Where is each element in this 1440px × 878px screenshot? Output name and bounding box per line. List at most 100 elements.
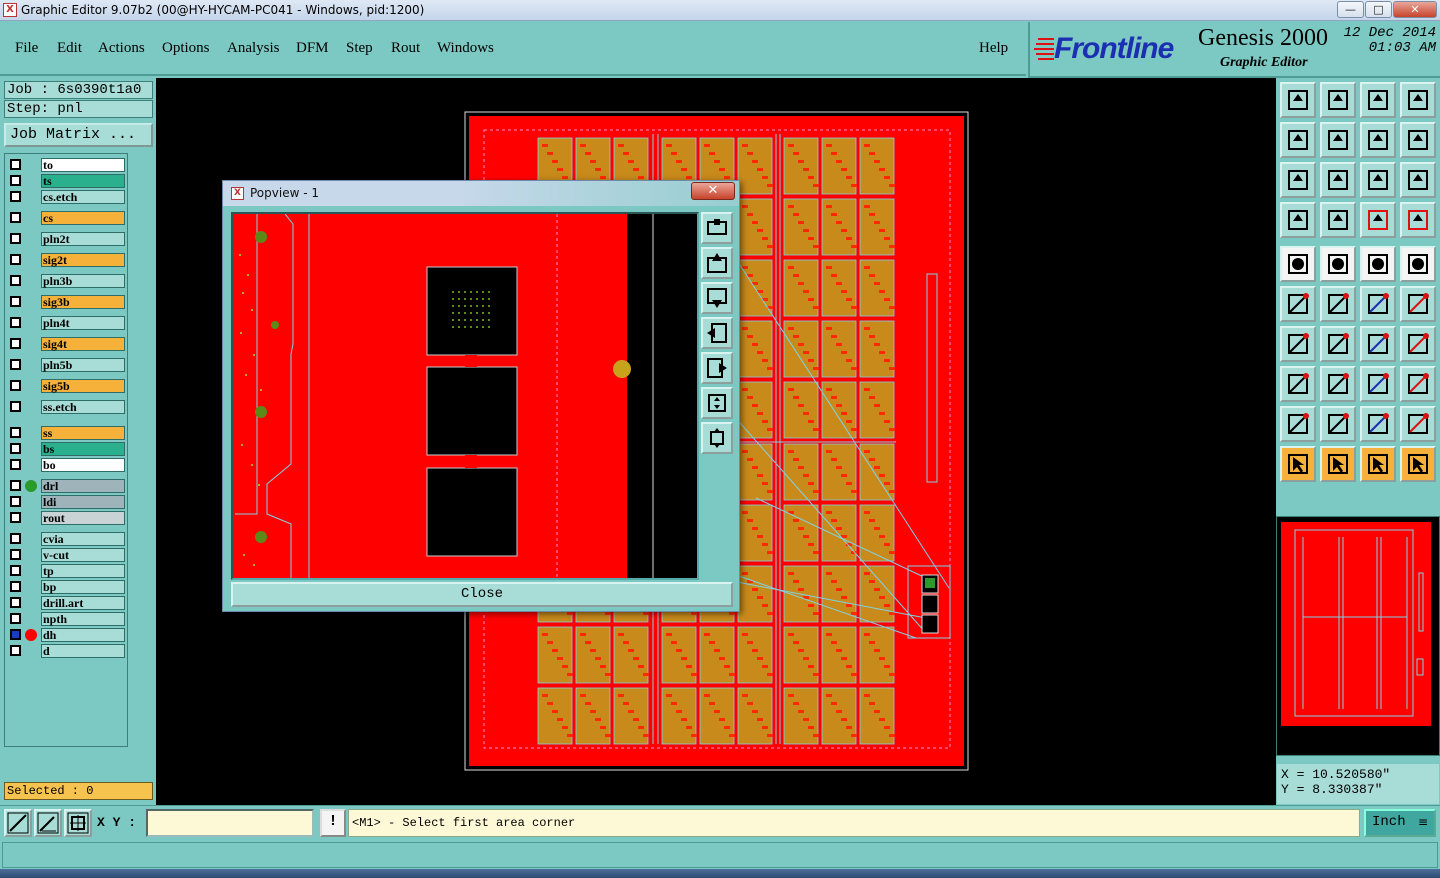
delete-feature-icon[interactable]: [1320, 286, 1356, 322]
layer-row[interactable]: pln5b: [8, 358, 126, 372]
window-split-icon[interactable]: [1400, 82, 1436, 118]
layer-row[interactable]: cvia: [8, 532, 126, 546]
menu-dfm[interactable]: DFM: [296, 40, 329, 57]
layer-up-icon[interactable]: [1280, 82, 1316, 118]
popview-zoom-out-icon[interactable]: [701, 422, 733, 454]
menu-rout[interactable]: Rout: [391, 40, 420, 57]
layer-name[interactable]: sig4t: [41, 337, 125, 351]
xy-input[interactable]: [146, 809, 314, 837]
layer-name[interactable]: drill.art: [41, 596, 125, 610]
layer-checkbox[interactable]: [10, 480, 21, 491]
layer-row[interactable]: cs: [8, 211, 126, 225]
pad-add-icon[interactable]: [1280, 246, 1316, 282]
layer-name[interactable]: ldi: [41, 495, 125, 509]
layer-prev-icon[interactable]: [1280, 122, 1316, 158]
alert-icon[interactable]: !: [320, 809, 346, 837]
layer-checkbox[interactable]: [10, 645, 21, 656]
overview-minimap[interactable]: [1276, 516, 1440, 756]
layer-checkbox[interactable]: [10, 233, 21, 244]
step-switch-icon[interactable]: [1360, 122, 1396, 158]
pick-point-icon[interactable]: [1400, 286, 1436, 322]
menu-options[interactable]: Options: [162, 40, 210, 57]
layer-name[interactable]: ts: [41, 174, 125, 188]
popview-pan-down-icon[interactable]: [701, 282, 733, 314]
layer-row[interactable]: bo: [8, 458, 126, 472]
layer-name[interactable]: to: [41, 158, 125, 172]
layer-name[interactable]: v-cut: [41, 548, 125, 562]
angle-line-icon[interactable]: [1280, 326, 1316, 362]
draw-line-icon[interactable]: [1320, 326, 1356, 362]
layer-checkbox[interactable]: [10, 427, 21, 438]
help-icon[interactable]: [1400, 162, 1436, 198]
layer-name[interactable]: rout: [41, 511, 125, 525]
layer-row[interactable]: ts: [8, 174, 126, 188]
layer-checkbox[interactable]: [10, 380, 21, 391]
popview-close-button[interactable]: Close: [231, 582, 733, 607]
menu-windows[interactable]: Windows: [437, 40, 494, 57]
layer-checkbox[interactable]: [10, 459, 21, 470]
layer-name[interactable]: ss.etch: [41, 400, 125, 414]
layer-name[interactable]: cs.etch: [41, 190, 125, 204]
layer-row[interactable]: ss: [8, 426, 126, 440]
layer-name[interactable]: ss: [41, 426, 125, 440]
layer-name[interactable]: drl: [41, 479, 125, 493]
zoom-fit-icon[interactable]: [1280, 162, 1316, 198]
layer-name[interactable]: bs: [41, 442, 125, 456]
layer-row[interactable]: v-cut: [8, 548, 126, 562]
layer-checkbox[interactable]: [10, 629, 21, 640]
menu-file[interactable]: File: [15, 40, 38, 57]
layer-row[interactable]: d: [8, 644, 126, 658]
circle-add-icon[interactable]: [1400, 246, 1436, 282]
popview-close-icon[interactable]: ✕: [691, 182, 735, 200]
menu-step[interactable]: Step: [346, 40, 373, 57]
layer-row[interactable]: sig5b: [8, 379, 126, 393]
split-icon[interactable]: [1320, 366, 1356, 402]
layer-name[interactable]: d: [41, 644, 125, 658]
layer-row[interactable]: cs.etch: [8, 190, 126, 204]
grid-icon[interactable]: [1320, 202, 1356, 238]
layer-row[interactable]: dh: [8, 628, 126, 642]
job-name-field[interactable]: Job : 6s0390t1a0: [4, 81, 153, 99]
popview-zoom-in-icon[interactable]: [701, 387, 733, 419]
layer-row[interactable]: pln2t: [8, 232, 126, 246]
layers-toggle-alt-icon[interactable]: [1400, 202, 1436, 238]
line-add-icon[interactable]: [1320, 246, 1356, 282]
select-net-icon[interactable]: [1400, 446, 1436, 482]
layer-checkbox[interactable]: [10, 191, 21, 202]
layer-row[interactable]: pln4t: [8, 316, 126, 330]
layer-checkbox[interactable]: [10, 175, 21, 186]
layer-checkbox[interactable]: [10, 613, 21, 624]
layer-name[interactable]: dh: [41, 628, 125, 642]
layer-name[interactable]: sig2t: [41, 253, 125, 267]
layer-row[interactable]: drl: [8, 479, 126, 493]
menu-analysis[interactable]: Analysis: [227, 40, 280, 57]
maximize-button[interactable]: □: [1365, 1, 1392, 18]
layer-checkbox[interactable]: [10, 254, 21, 265]
layer-row[interactable]: rout: [8, 511, 126, 525]
zoom-center-icon[interactable]: [1320, 162, 1356, 198]
align-icon[interactable]: [1360, 366, 1396, 402]
layer-name[interactable]: pln5b: [41, 358, 125, 372]
popview-pan-left-icon[interactable]: [701, 317, 733, 349]
layer-row[interactable]: ldi: [8, 495, 126, 509]
home-icon[interactable]: [1360, 82, 1396, 118]
job-matrix-button[interactable]: Job Matrix ...: [4, 123, 153, 147]
layer-checkbox[interactable]: [10, 401, 21, 412]
layer-row[interactable]: bs: [8, 442, 126, 456]
measure-mode-icon[interactable]: [34, 809, 62, 837]
layer-row[interactable]: sig4t: [8, 337, 126, 351]
select-pointer-icon[interactable]: [1280, 446, 1316, 482]
layer-name[interactable]: tp: [41, 564, 125, 578]
layers-toggle-icon[interactable]: [1360, 202, 1396, 238]
surface-tool-icon[interactable]: [1400, 406, 1436, 442]
layer-row[interactable]: sig2t: [8, 253, 126, 267]
popview-pan-right-icon[interactable]: [701, 352, 733, 384]
polygon-tool-icon[interactable]: [1360, 406, 1396, 442]
step-name-field[interactable]: Step: pnl: [4, 100, 153, 118]
layer-name[interactable]: sig3b: [41, 295, 125, 309]
move-point-icon[interactable]: [1360, 286, 1396, 322]
layer-checkbox[interactable]: [10, 317, 21, 328]
layer-name[interactable]: pln2t: [41, 232, 125, 246]
popview-pan-up-icon[interactable]: [701, 247, 733, 279]
arc-tool-icon[interactable]: [1320, 406, 1356, 442]
